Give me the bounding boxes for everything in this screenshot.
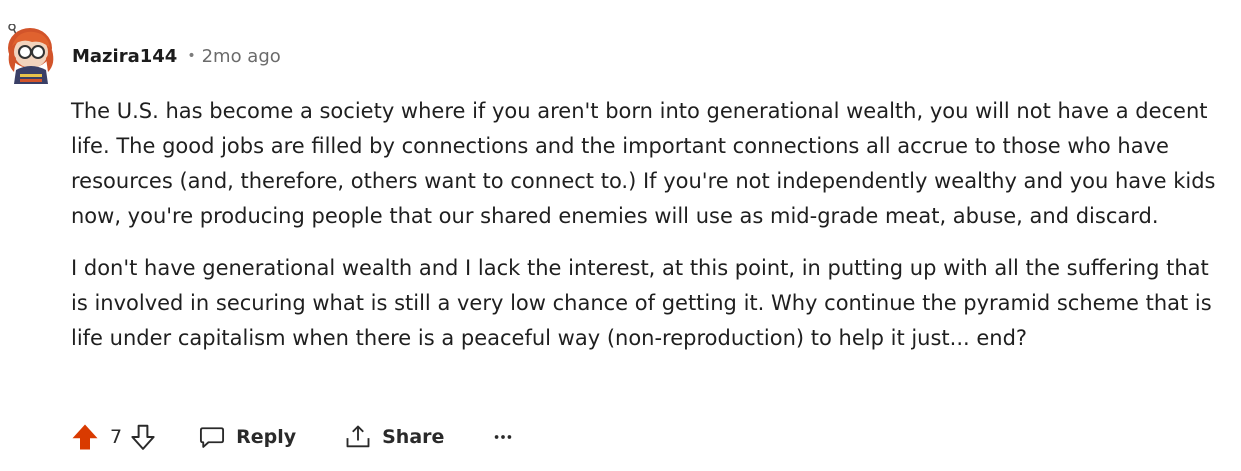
user-avatar[interactable] <box>4 23 60 84</box>
comment-paragraph: I don't have generational wealth and I l… <box>71 256 1212 350</box>
username-link[interactable]: Mazira144 <box>72 46 177 67</box>
arrow-up-filled-icon <box>72 424 98 450</box>
upvote-button[interactable] <box>70 422 100 452</box>
speech-bubble-icon <box>200 427 225 448</box>
reply-button[interactable]: Reply <box>198 423 296 451</box>
reply-label: Reply <box>236 426 297 448</box>
comment-action-bar: 7 Reply Share <box>70 418 514 456</box>
vote-controls: 7 <box>70 422 158 452</box>
downvote-button[interactable] <box>128 422 158 452</box>
comment-paragraph: The U.S. has become a society where if y… <box>71 99 1216 228</box>
timestamp: 2mo ago <box>201 45 281 67</box>
meta-separator: • <box>187 48 196 64</box>
vote-score: 7 <box>110 426 123 448</box>
ellipsis-icon <box>495 435 512 439</box>
share-button[interactable]: Share <box>344 423 444 451</box>
share-upload-icon <box>346 425 370 448</box>
share-label: Share <box>382 426 445 448</box>
comment-header: Mazira144 • 2mo ago <box>72 40 281 72</box>
comment-body: The U.S. has become a society where if y… <box>71 94 1221 356</box>
more-options-button[interactable] <box>492 426 514 448</box>
avatar-icon <box>8 23 54 84</box>
arrow-down-outline-icon <box>131 424 155 450</box>
